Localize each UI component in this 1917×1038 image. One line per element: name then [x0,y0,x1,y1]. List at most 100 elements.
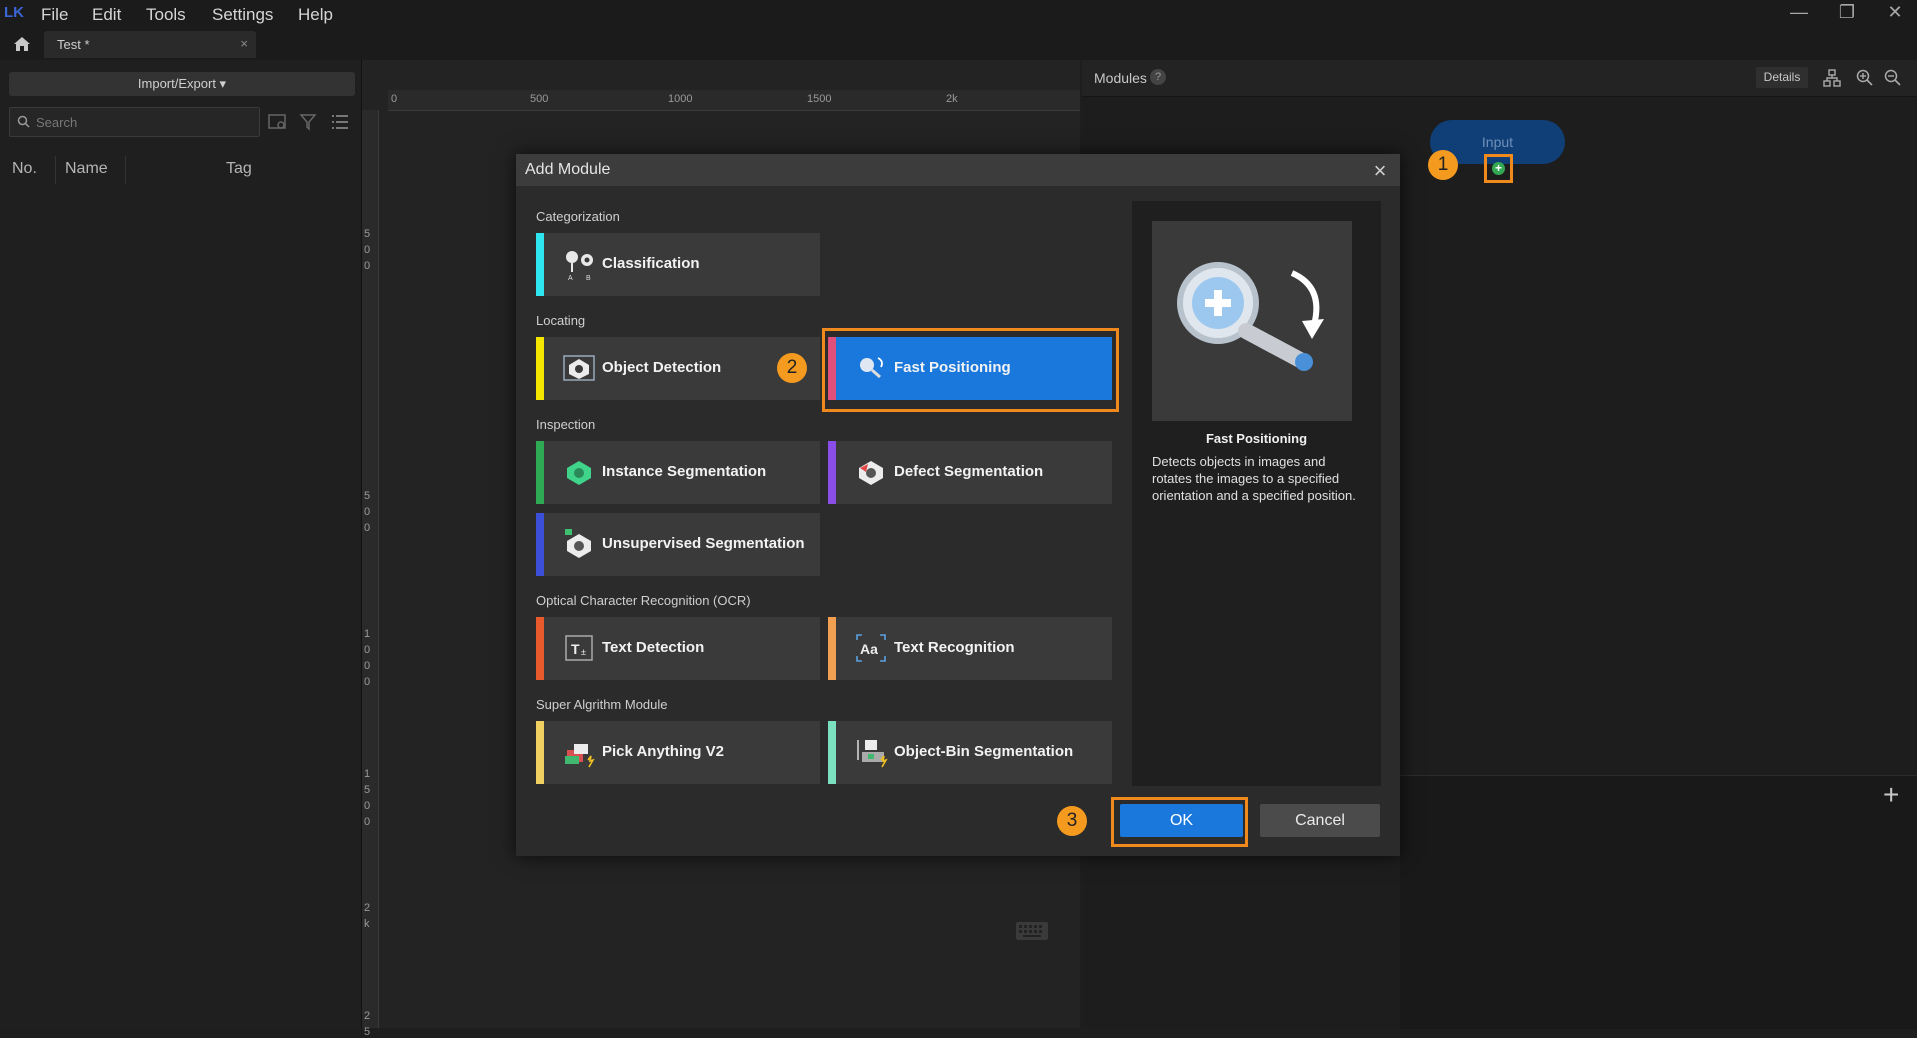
svg-text:A: A [568,275,573,282]
step-badge-2: 2 [777,353,807,383]
selected-module-highlight [822,328,1119,412]
preview-title: Fast Positioning [1205,431,1308,446]
modules-toolbar: Modules ? Details [1082,60,1917,97]
home-icon[interactable] [12,34,32,54]
vertical-ruler: 5 0 0 5 0 0 1 0 0 0 1 5 0 0 2 k 2 5 [362,110,379,1038]
ruler-tick: 500 [530,93,549,105]
module-card-defect-segmentation[interactable]: Defect Segmentation [828,441,1112,504]
ruler-tick: 1500 [807,93,832,105]
horizontal-ruler: 0 500 1000 1500 2k [388,90,1080,111]
add-plus-icon: + [1492,162,1505,175]
tab-close-icon[interactable]: × [240,36,248,51]
module-card-pick-anything-v2[interactable]: Pick Anything V2 [536,721,820,784]
preview-image [1152,221,1352,421]
keyboard-icon[interactable] [1015,920,1049,942]
module-card-unsupervised-segmentation[interactable]: Unsupervised Segmentation [536,513,820,576]
tab-bar [0,30,1917,60]
svg-text:±: ± [581,647,586,657]
menu-help[interactable]: Help [298,5,333,25]
layout-icon[interactable] [1822,68,1842,88]
module-card-text-recognition[interactable]: Aa Text Recognition [828,617,1112,680]
step-badge-3: 3 [1057,806,1087,836]
list-view-icon[interactable] [330,113,350,131]
ruler-tick: 2 [364,1010,371,1022]
pick-anything-icon [565,744,595,768]
ruler-tick: 0 [364,816,371,828]
module-card-label: Instance Segmentation [602,463,767,480]
svg-text:T: T [571,641,580,657]
module-card-label: Text Detection [602,639,705,656]
tab-test[interactable]: Test * × [44,31,256,58]
menu-settings[interactable]: Settings [212,5,273,25]
column-tag[interactable]: Tag [226,160,252,178]
column-no[interactable]: No. [12,160,37,178]
details-button[interactable]: Details [1756,67,1808,88]
object-bin-segmentation-icon [857,740,888,768]
help-icon[interactable]: ? [1150,69,1166,85]
object-detection-icon [563,355,595,381]
menu-tools[interactable]: Tools [146,5,186,25]
left-panel: Import/Export ▾ No. Name Tag [0,60,362,1028]
module-card-text-detection[interactable]: T ± Text Detection [536,617,820,680]
ruler-tick: 0 [364,506,371,518]
ruler-tick: 1 [364,768,371,780]
ruler-tick: 2k [946,93,958,105]
section-inspection: Inspection [536,417,596,432]
module-card-object-bin-segmentation[interactable]: Object-Bin Segmentation [828,721,1112,784]
image-filter-icon[interactable] [268,113,288,131]
menu-edit[interactable]: Edit [92,5,121,25]
module-card-classification[interactable]: A B Classification [536,233,820,296]
module-workspace [1400,775,1917,1029]
svg-text:Aa: Aa [860,641,878,657]
ruler-tick: 5 [364,228,371,240]
defect-segmentation-icon [859,461,883,485]
cancel-button[interactable]: Cancel [1260,804,1380,837]
module-preview: Fast Positioning Detects objects in imag… [1132,201,1381,786]
search-input[interactable] [34,111,253,133]
column-name[interactable]: Name [65,160,108,178]
ruler-tick: k [364,918,370,930]
filter-icon[interactable] [299,113,319,131]
module-card-instance-segmentation[interactable]: Instance Segmentation [536,441,820,504]
add-panel-plus-icon[interactable]: + [1883,779,1899,811]
module-card-label: Classification [602,255,700,272]
add-module-node-button[interactable]: + [1484,154,1513,183]
zoom-out-icon[interactable] [1883,68,1903,88]
input-node-label: Input [1481,134,1514,150]
import-export-button[interactable]: Import/Export ▾ [9,72,355,96]
restore-button[interactable]: ❐ [1832,2,1862,23]
app-logo: LK [4,4,24,21]
ok-button-highlight [1111,797,1248,847]
ruler-tick: 0 [364,644,371,656]
ruler-tick: 5 [364,490,371,502]
section-ocr: Optical Character Recognition (OCR) [536,593,751,608]
ruler-tick: 0 [364,522,371,534]
menu-file[interactable]: File [41,5,68,25]
module-card-label: Unsupervised Segmentation [602,535,805,552]
dialog-title-bar: Add Module × [516,154,1400,186]
add-module-dialog: Add Module × Categorization A B Classifi… [516,154,1400,856]
search-icon [17,115,30,128]
dialog-title: Add Module [525,161,611,178]
section-locating: Locating [536,313,586,328]
ruler-tick: 1 [364,628,371,640]
dialog-close-icon[interactable]: × [1368,158,1392,184]
minimize-button[interactable]: — [1784,2,1814,23]
column-divider [55,156,56,184]
fast-positioning-preview-icon [1177,262,1324,371]
ruler-tick: 0 [364,676,371,688]
ruler-tick: 0 [364,660,371,672]
zoom-in-icon[interactable] [1855,68,1875,88]
text-detection-icon: T ± [565,635,593,661]
instance-segmentation-icon [567,461,591,485]
ruler-tick: 0 [364,244,371,256]
ruler-tick: 0 [364,800,371,812]
module-card-label: Object Detection [602,359,722,376]
tab-title: Test * [57,37,90,52]
ruler-tick: 2 [364,902,371,914]
search-box [9,107,260,137]
close-window-button[interactable]: ✕ [1880,2,1910,23]
module-card-label: Defect Segmentation [894,463,1044,480]
module-card-label: Text Recognition [894,639,1015,656]
section-categorization: Categorization [536,209,620,224]
